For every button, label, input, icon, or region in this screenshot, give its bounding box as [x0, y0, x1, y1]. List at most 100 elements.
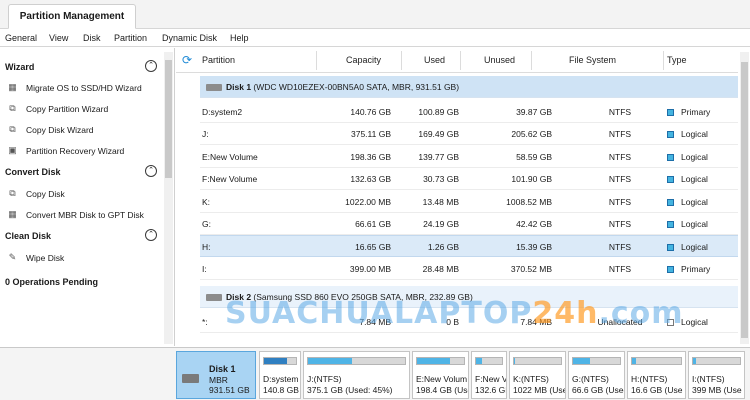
partition-type-icon [667, 153, 674, 161]
diskmap-partition[interactable]: I:(NTFS) 399 MB (Use [688, 351, 745, 399]
table-row[interactable]: H: 16.65 GB 1.26 GB 15.39 GB NTFS Logical [200, 235, 738, 258]
sidebar-item-partition-recovery[interactable]: ▣ Partition Recovery Wizard [7, 144, 157, 158]
menu-disk[interactable]: Disk [83, 32, 101, 44]
diskmap-partition[interactable]: E:New Volum 198.4 GB (Use [412, 351, 469, 399]
partition-type-icon [667, 109, 674, 116]
cell-capacity: 198.36 GB [350, 151, 391, 162]
usage-bar [475, 357, 503, 365]
eraser-icon: ✎ [8, 252, 17, 262]
diskmap-partition[interactable]: K:(NTFS) 1022 MB (Use [509, 351, 566, 399]
partition-type-label: Logical [681, 242, 708, 253]
cell-capacity: 132.63 GB [350, 174, 391, 185]
menu-partition[interactable]: Partition [114, 32, 147, 44]
sidebar-item-label: Migrate OS to SSD/HD Wizard [26, 83, 142, 93]
column-divider [531, 51, 532, 70]
partition-type-icon [667, 198, 674, 206]
sidebar-item-migrate-os[interactable]: ▦ Migrate OS to SSD/HD Wizard [7, 81, 157, 95]
col-unused[interactable]: Unused [484, 54, 515, 66]
table-scroll-thumb[interactable] [741, 62, 748, 338]
usage-bar [263, 357, 297, 365]
cell-used: 28.48 MB [422, 263, 459, 274]
refresh-icon[interactable]: ⟳ [180, 53, 194, 67]
cell-unused: 42.42 GB [516, 219, 552, 229]
partition-type-label: Logical [681, 317, 708, 327]
disk-detail: (WDC WD10EZEX-00BN5A0 SATA, MBR, 931.51 … [253, 82, 460, 92]
diskmap-partition[interactable]: G:(NTFS) 66.6 GB (Usec [568, 351, 625, 399]
table-row[interactable]: K: 1022.00 MB 13.48 MB 1008.52 MB NTFS Logica… [200, 191, 738, 213]
col-used[interactable]: Used [424, 54, 445, 66]
cell-partition: D:system2 [202, 107, 243, 117]
collapse-clean-disk-icon[interactable]: ⌃ [145, 229, 157, 241]
menu-dynamic-disk[interactable]: Dynamic Disk [162, 32, 217, 44]
usage-fill [693, 358, 696, 364]
disk-name: Disk 1 [226, 82, 252, 92]
cell-unused: 1008.52 MB [506, 196, 552, 207]
partition-type-label: Primary [681, 107, 711, 117]
usage-bar [692, 357, 741, 365]
partition-type-icon [667, 244, 674, 252]
usage-bar [631, 357, 682, 365]
diskmap-partition[interactable]: J:(NTFS) 375.1 GB (Used: 45%) [303, 351, 410, 399]
cell-partition: H: [202, 242, 211, 253]
usage-fill [308, 358, 352, 364]
collapse-wizard-icon[interactable]: ⌃ [145, 60, 157, 72]
cell-used: 169.49 GB [418, 129, 459, 140]
sidebar-item-copy-disk[interactable]: ⧉ Copy Disk [7, 187, 157, 201]
cell-capacity: 399.00 MB [349, 263, 391, 274]
diskmap-partition[interactable]: F:New V132.6 GB [471, 351, 507, 399]
diskmap-partition[interactable]: H:(NTFS) 16.6 GB (Use [627, 351, 686, 399]
col-capacity[interactable]: Capacity [346, 54, 381, 66]
table-header: ⟳ Partition Capacity Used Unused File Sy… [176, 48, 738, 73]
partition-type-icon [667, 221, 674, 228]
usage-bar [572, 357, 621, 365]
cell-unused: 58.59 GB [516, 151, 552, 162]
watermark-accent: 24h [532, 296, 599, 331]
table-row[interactable]: G: 66.61 GB 24.19 GB 42.42 GB NTFS Logical [200, 213, 738, 235]
watermark-main: SUACHUALAPTOP [225, 296, 533, 331]
hard-disk-icon [206, 84, 222, 91]
col-type[interactable]: Type [667, 54, 687, 66]
table-row[interactable]: J: 375.11 GB 169.49 GB 205.62 GB NTFS Logical [200, 123, 738, 146]
cell-unused: 15.39 GB [516, 242, 552, 253]
menu-help[interactable]: Help [230, 32, 249, 44]
cell-file-system: NTFS [608, 242, 632, 253]
cell-file-system: NTFS [608, 174, 632, 185]
usage-fill [514, 358, 515, 364]
collapse-convert-disk-icon[interactable]: ⌃ [145, 165, 157, 177]
diskmap-disk-1[interactable]: Disk 1 MBR 931.51 GB [176, 351, 256, 399]
usage-bar [513, 357, 562, 365]
sidebar-item-label: Convert MBR Disk to GPT Disk [26, 210, 144, 220]
cell-file-system: NTFS [608, 107, 632, 117]
diskmap-partition[interactable]: D:system 140.8 GB [259, 351, 301, 399]
sidebar-item-copy-partition-wizard[interactable]: ⧉ Copy Partition Wizard [7, 102, 157, 116]
sidebar-item-label: Copy Disk [26, 189, 65, 199]
table-row[interactable]: E:New Volume 198.36 GB 139.77 GB 58.59 GB NT… [200, 146, 738, 168]
menu-view[interactable]: View [49, 32, 68, 44]
menu-general[interactable]: General [5, 32, 37, 44]
usage-fill [417, 358, 450, 364]
table-row[interactable]: I: 399.00 MB 28.48 MB 370.52 MB NTFS Primary [200, 258, 738, 280]
partition-type-icon [667, 131, 674, 139]
tab-strip: Partition Management [0, 0, 750, 29]
sidebar-item-convert-mbr-gpt[interactable]: ▦ Convert MBR Disk to GPT Disk [7, 208, 157, 222]
sidebar-scrollbar[interactable] [164, 52, 173, 344]
table-scrollbar[interactable] [740, 52, 749, 344]
watermark: SUACHUALAPTOP24h.com [225, 296, 684, 331]
cell-unused: 101.90 GB [511, 174, 552, 185]
disk-1-row[interactable]: Disk 1 (WDC WD10EZEX-00BN5A0 SATA, MBR, … [200, 76, 738, 98]
cell-used: 13.48 MB [422, 196, 459, 207]
table-row[interactable]: F:New Volume 132.63 GB 30.73 GB 101.90 GB NT… [200, 168, 738, 191]
cell-capacity: 375.11 GB [350, 129, 391, 140]
table-row[interactable]: D:system2 140.76 GB 100.89 GB 39.87 GB NTFS P… [200, 101, 738, 123]
diskmap-partition-detail: 140.8 GB [263, 385, 299, 395]
sidebar-item-label: Partition Recovery Wizard [26, 146, 125, 156]
col-file-system[interactable]: File System [569, 54, 616, 66]
usage-fill [476, 358, 482, 364]
partition-type-icon [667, 265, 674, 273]
col-partition[interactable]: Partition [202, 54, 235, 66]
diskmap-partition-name: I:(NTFS) [692, 374, 725, 384]
sidebar-item-wipe-disk[interactable]: ✎ Wipe Disk [7, 251, 157, 265]
sidebar-item-copy-disk-wizard[interactable]: ⧉ Copy Disk Wizard [7, 123, 157, 137]
sidebar-scroll-thumb[interactable] [165, 60, 172, 178]
tab-partition-management[interactable]: Partition Management [8, 4, 136, 29]
